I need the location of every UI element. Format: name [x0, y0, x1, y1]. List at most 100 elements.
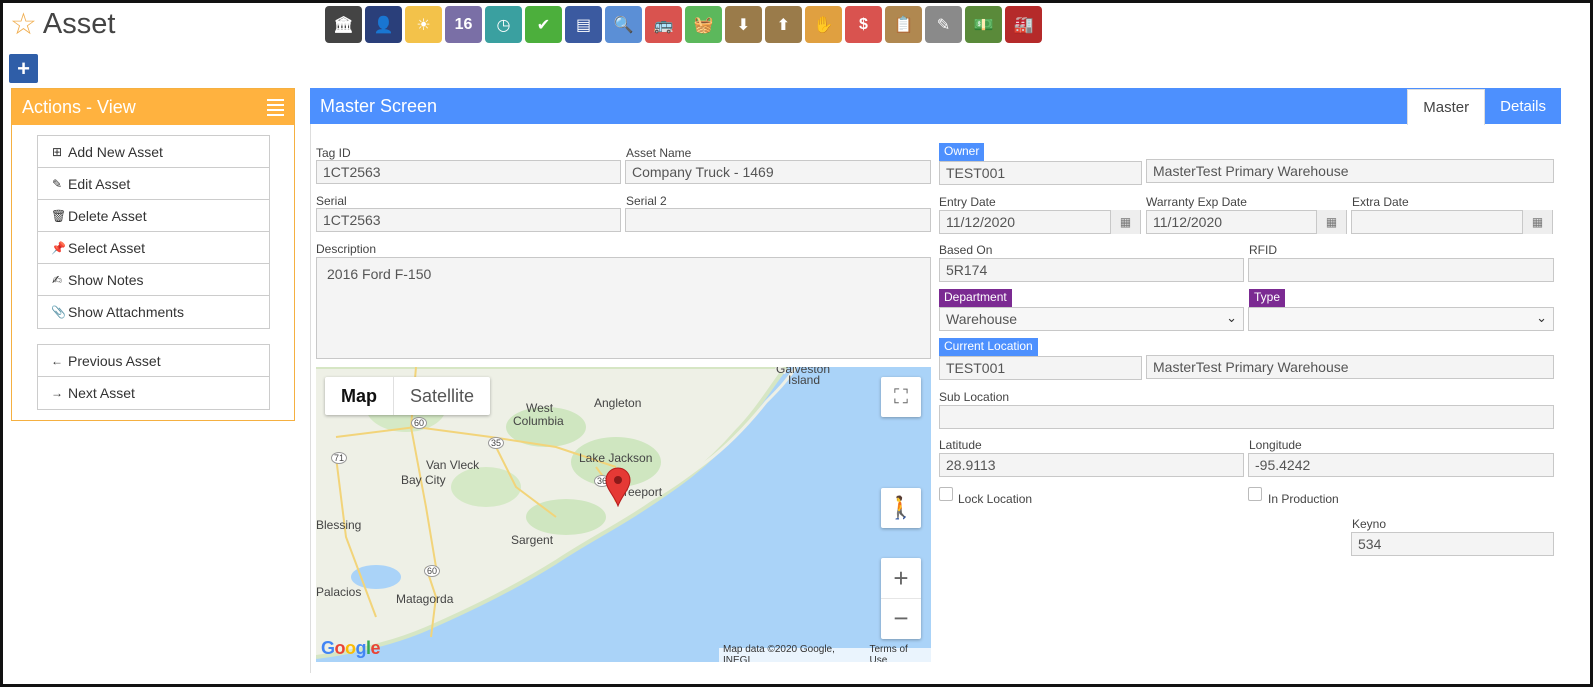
- map-type-map-button[interactable]: Map: [325, 377, 394, 415]
- current-location-name-field: MasterTest Primary Warehouse: [1146, 355, 1554, 379]
- action-label: Delete Asset: [68, 207, 147, 224]
- map-label-lake-jackson: Lake Jackson: [579, 451, 653, 465]
- show-notes-button[interactable]: ✍ Show Notes: [38, 264, 269, 296]
- warranty-exp-date-label: Warranty Exp Date: [1146, 195, 1247, 209]
- fullscreen-icon[interactable]: ⛶: [881, 377, 921, 417]
- serial-field[interactable]: 1CT2563: [316, 208, 621, 232]
- pencil-icon: ✎: [51, 176, 63, 191]
- dollar-chat-icon[interactable]: $: [845, 6, 882, 43]
- delete-asset-button[interactable]: 🗑 Delete Asset: [38, 200, 269, 232]
- map-label-bay-city: Bay City: [401, 473, 446, 487]
- show-attachments-button[interactable]: 📎 Show Attachments: [38, 296, 269, 328]
- serial2-field[interactable]: [625, 208, 931, 232]
- description-label: Description: [316, 242, 377, 256]
- action-label: Previous Asset: [68, 352, 161, 369]
- lock-location-checkbox[interactable]: [939, 487, 953, 501]
- serial-label: Serial: [316, 194, 347, 208]
- chevron-down-icon: ⌄: [1226, 310, 1237, 325]
- map-label-columbia: Columbia: [513, 414, 564, 428]
- action-label: Show Attachments: [68, 304, 184, 320]
- based-on-label: Based On: [939, 243, 993, 257]
- map[interactable]: Galveston Island West Columbia Angleton …: [316, 367, 931, 662]
- current-location-label: Current Location: [939, 338, 1038, 356]
- window-icon[interactable]: ▤: [565, 6, 602, 43]
- department-select[interactable]: Warehouse ⌄: [939, 307, 1244, 331]
- terms-of-use-link[interactable]: Terms of Use: [870, 644, 928, 662]
- type-select[interactable]: ⌄: [1248, 307, 1554, 331]
- longitude-field[interactable]: -95.4242: [1248, 453, 1554, 477]
- extra-date-label: Extra Date: [1352, 195, 1409, 209]
- paperclip-icon: 📎: [51, 305, 66, 319]
- inbox-upload-icon[interactable]: ⬆: [765, 6, 802, 43]
- department-label: Department: [939, 289, 1012, 307]
- rfid-field[interactable]: [1248, 258, 1554, 282]
- bank-icon[interactable]: 🏛: [325, 6, 362, 43]
- actions-header: Actions - View: [12, 89, 294, 125]
- user-icon[interactable]: 👤: [365, 6, 402, 43]
- sub-location-label: Sub Location: [939, 390, 1010, 404]
- tabs: Master Details: [1407, 88, 1561, 125]
- add-new-asset-button[interactable]: ⊞ Add New Asset: [38, 136, 269, 168]
- calendar-icon[interactable]: ▦: [1110, 210, 1140, 234]
- lock-location-label: Lock Location: [958, 492, 1033, 506]
- sub-location-field[interactable]: [939, 405, 1554, 429]
- clipboard-icon[interactable]: 📋: [885, 6, 922, 43]
- owner-code-field[interactable]: TEST001: [939, 161, 1142, 185]
- map-label-palacios: Palacios: [316, 585, 362, 599]
- street-view-pegman-icon[interactable]: 🚶: [881, 488, 921, 528]
- keyno-field[interactable]: 534: [1351, 532, 1554, 556]
- menu-icon[interactable]: [267, 98, 284, 116]
- money-icon[interactable]: 💵: [965, 6, 1002, 43]
- next-asset-button[interactable]: → Next Asset: [38, 377, 269, 409]
- zoom-control: + −: [881, 558, 921, 639]
- star-icon[interactable]: ☆: [10, 9, 37, 40]
- zoom-in-icon[interactable]: +: [881, 559, 921, 599]
- current-location-code-field[interactable]: TEST001: [939, 356, 1142, 380]
- zoom-out-icon[interactable]: −: [881, 599, 921, 639]
- map-type-satellite-button[interactable]: Satellite: [394, 377, 490, 415]
- weather-icon[interactable]: ☀: [405, 6, 442, 43]
- basket-icon[interactable]: 🧺: [685, 6, 722, 43]
- tab-master[interactable]: Master: [1407, 89, 1486, 125]
- serial2-label: Serial 2: [626, 194, 667, 208]
- checkmark-icon[interactable]: ✔: [525, 6, 562, 43]
- rfid-label: RFID: [1249, 243, 1277, 257]
- map-pin-icon[interactable]: [604, 467, 632, 507]
- asset-name-label: Asset Name: [626, 146, 692, 160]
- previous-asset-button[interactable]: ← Previous Asset: [38, 345, 269, 377]
- in-production-checkbox[interactable]: [1248, 487, 1262, 501]
- map-route-shield: 71: [331, 452, 348, 464]
- add-button[interactable]: +: [9, 54, 38, 83]
- map-attribution: Map data ©2020 Google, INEGI: [723, 644, 835, 662]
- type-label: Type: [1249, 289, 1286, 307]
- bus-icon[interactable]: 🚌: [645, 6, 682, 43]
- description-field[interactable]: 2016 Ford F-150: [316, 257, 931, 359]
- calendar-icon[interactable]: 16: [445, 6, 482, 43]
- keyno-label: Keyno: [1352, 517, 1387, 531]
- owner-label: Owner: [939, 143, 985, 161]
- hand-card-icon[interactable]: ✋: [805, 6, 842, 43]
- factory-icon[interactable]: 🏭: [1005, 6, 1042, 43]
- arrow-right-icon: →: [51, 386, 63, 400]
- calendar-icon[interactable]: ▦: [1522, 210, 1552, 234]
- inbox-download-icon[interactable]: ⬇: [725, 6, 762, 43]
- asset-name-field[interactable]: Company Truck - 1469: [625, 160, 931, 184]
- actions-title: Actions - View: [22, 96, 136, 117]
- edit-asset-button[interactable]: ✎ Edit Asset: [38, 168, 269, 200]
- tag-id-label: Tag ID: [316, 146, 351, 160]
- map-route-shield: 60: [424, 565, 441, 577]
- clock-icon[interactable]: ◷: [485, 6, 522, 43]
- based-on-field[interactable]: 5R174: [939, 258, 1244, 282]
- pen-paper-icon[interactable]: ✎: [925, 6, 962, 43]
- calendar-icon[interactable]: ▦: [1316, 210, 1346, 234]
- action-label: Select Asset: [68, 239, 146, 256]
- select-asset-button[interactable]: 📌 Select Asset: [38, 232, 269, 264]
- actions-panel: Actions - View ⊞ Add New Asset ✎ Edit Asset…: [11, 88, 295, 421]
- magnifier-icon[interactable]: 🔍: [605, 6, 642, 43]
- latitude-field[interactable]: 28.9113: [939, 453, 1244, 477]
- map-label-west: West: [526, 401, 554, 415]
- action-label: Show Notes: [68, 271, 144, 288]
- tab-details[interactable]: Details: [1485, 88, 1561, 124]
- tag-id-field[interactable]: 1CT2563: [316, 160, 621, 184]
- action-label: Next Asset: [68, 385, 135, 401]
